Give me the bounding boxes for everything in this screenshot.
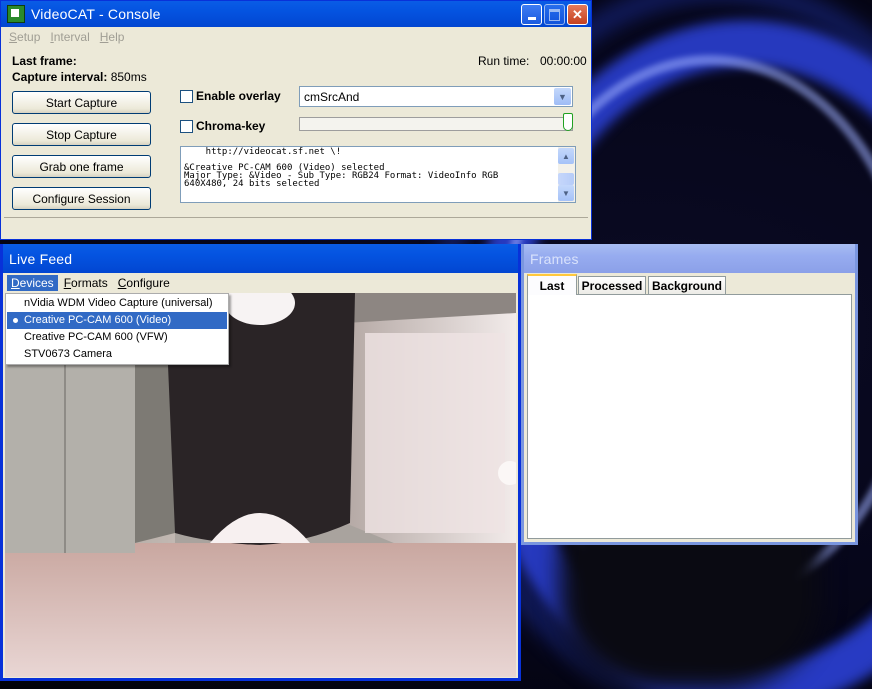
maximize-button[interactable]	[544, 4, 565, 25]
menu-interval[interactable]: Interval	[46, 30, 93, 44]
videocat-app-icon	[7, 5, 25, 23]
capture-interval-row: Capture interval: 850ms	[12, 70, 147, 84]
live-feed-menubar: Devices Formats Configure	[3, 273, 518, 292]
live-feed-titlebar[interactable]: Live Feed	[3, 244, 518, 273]
slider-thumb[interactable]	[563, 113, 573, 131]
device-item-label: nVidia WDM Video Capture (universal)	[24, 297, 213, 309]
console-title: VideoCAT - Console	[31, 6, 161, 22]
frames-titlebar[interactable]: Frames	[524, 244, 855, 273]
minimize-button[interactable]	[521, 4, 542, 25]
device-item-stv0673[interactable]: STV0673 Camera	[7, 346, 227, 363]
configure-session-button[interactable]: Configure Session	[12, 187, 151, 210]
chroma-key-checkbox[interactable]	[180, 120, 193, 133]
chroma-key-label[interactable]: Chroma-key	[196, 119, 265, 133]
scroll-thumb[interactable]	[558, 173, 574, 185]
start-capture-button[interactable]: Start Capture	[12, 91, 151, 114]
enable-overlay-label[interactable]: Enable overlay	[196, 89, 281, 103]
device-item-creative-video[interactable]: Creative PC-CAM 600 (Video)	[7, 312, 227, 329]
device-item-label: Creative PC-CAM 600 (VFW)	[24, 331, 168, 343]
menu-formats[interactable]: Formats	[60, 276, 112, 290]
frames-tab-page	[527, 294, 852, 539]
close-button[interactable]: ✕	[567, 4, 588, 25]
console-log-text: http://videocat.sf.net \! &Creative PC-C…	[184, 147, 499, 189]
device-item-nvidia[interactable]: nVidia WDM Video Capture (universal)	[7, 295, 227, 312]
overlay-mode-value: cmSrcAnd	[304, 90, 360, 104]
last-frame-label: Last frame:	[12, 54, 77, 68]
log-scrollbar[interactable]: ▲ ▼	[558, 147, 575, 202]
menu-configure[interactable]: Configure	[114, 276, 174, 290]
console-log[interactable]: http://videocat.sf.net \! &Creative PC-C…	[180, 146, 576, 203]
live-feed-title: Live Feed	[9, 250, 73, 267]
run-time-label: Run time:	[478, 54, 530, 68]
chroma-key-slider[interactable]	[299, 113, 575, 131]
overlay-mode-select[interactable]: cmSrcAnd ▼	[299, 86, 573, 107]
console-statusbar	[4, 217, 588, 236]
frames-title: Frames	[530, 250, 579, 267]
chevron-down-icon[interactable]: ▼	[554, 88, 571, 105]
capture-interval-value: 850ms	[110, 70, 147, 84]
menu-devices[interactable]: Devices	[7, 274, 58, 291]
grab-one-frame-button[interactable]: Grab one frame	[12, 155, 151, 178]
scroll-down-icon[interactable]: ▼	[558, 185, 574, 201]
tab-last[interactable]: Last	[527, 274, 577, 295]
devices-dropdown-menu: nVidia WDM Video Capture (universal) Cre…	[5, 293, 229, 365]
radio-bullet-icon	[13, 318, 18, 323]
menu-help[interactable]: Help	[96, 30, 129, 44]
tab-processed[interactable]: Processed	[578, 276, 646, 294]
console-window: VideoCAT - Console ✕ Setup Interval Help…	[0, 0, 592, 240]
tab-background[interactable]: Background	[648, 276, 726, 294]
stop-capture-button[interactable]: Stop Capture	[12, 123, 151, 146]
device-item-label: STV0673 Camera	[24, 348, 113, 360]
menu-setup[interactable]: Setup	[5, 30, 44, 44]
run-time-value: 00:00:00	[540, 54, 587, 68]
device-item-label: Creative PC-CAM 600 (Video)	[24, 314, 172, 326]
capture-interval-label: Capture interval:	[12, 70, 108, 84]
device-item-creative-vfw[interactable]: Creative PC-CAM 600 (VFW)	[7, 329, 227, 346]
console-titlebar[interactable]: VideoCAT - Console ✕	[1, 1, 591, 27]
console-menubar: Setup Interval Help	[1, 27, 591, 47]
slider-track	[299, 117, 573, 131]
enable-overlay-checkbox[interactable]	[180, 90, 193, 103]
scroll-up-icon[interactable]: ▲	[558, 148, 574, 164]
